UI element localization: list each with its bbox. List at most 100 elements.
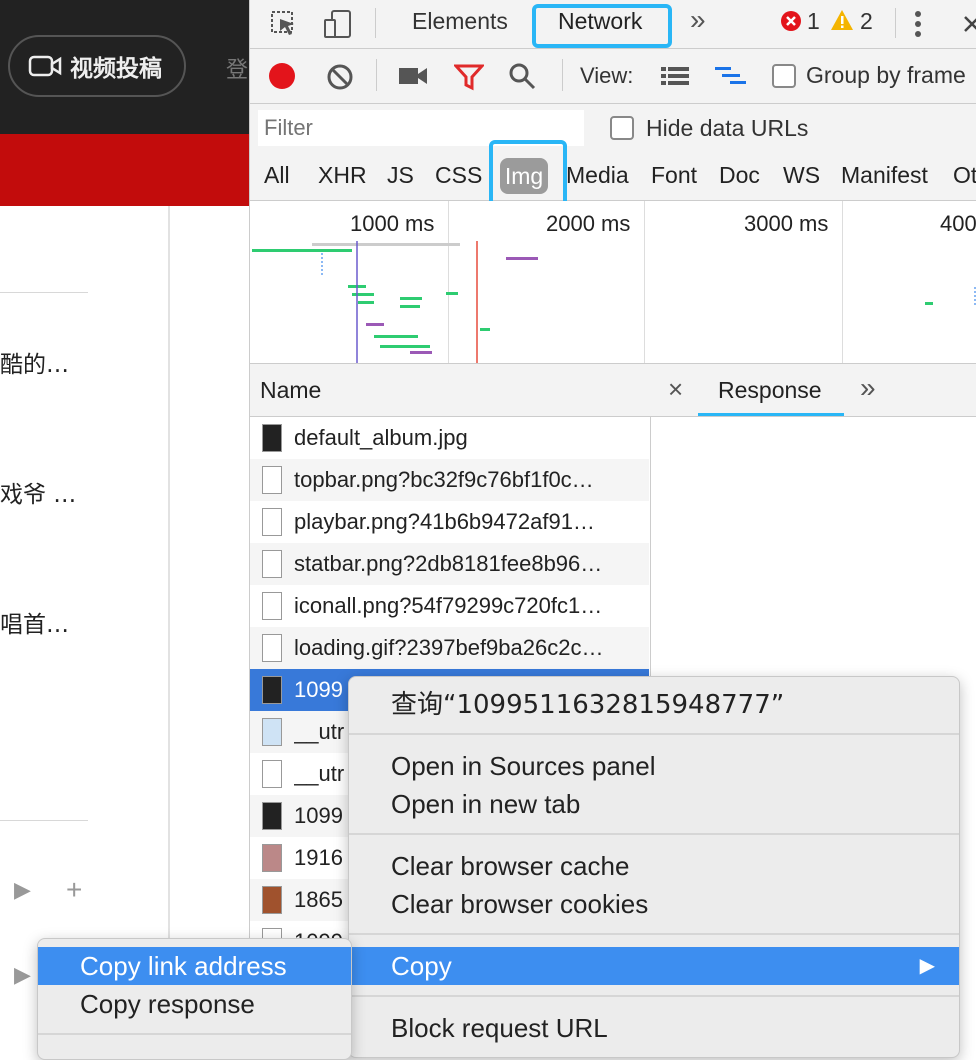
kebab-menu-icon[interactable] (914, 10, 922, 38)
divider (375, 8, 376, 38)
image-thumbnail-icon (262, 844, 282, 872)
error-count[interactable]: 1 (807, 8, 820, 35)
menu-separator (349, 833, 959, 835)
submenu-arrow-icon: ▶ (919, 955, 935, 977)
screenshot-camera-icon[interactable] (398, 65, 428, 87)
menu-item-open-sources[interactable]: Open in Sources panel (349, 747, 959, 785)
menu-item-copy-link[interactable]: Copy link address (38, 947, 351, 985)
request-name: playbar.png?41b6b9472af91… (294, 509, 595, 534)
tab-response[interactable]: Response (718, 377, 822, 404)
request-name: loading.gif?2397bef9ba26c2c… (294, 635, 604, 660)
type-filter-css[interactable]: CSS (435, 162, 482, 189)
menu-item-copy[interactable]: Copy ▶ (349, 947, 959, 985)
image-thumbnail-icon (262, 886, 282, 914)
login-link[interactable]: 登 (226, 52, 248, 84)
large-rows-icon[interactable] (660, 65, 690, 87)
close-devtools-icon[interactable] (962, 14, 976, 34)
request-name: statbar.png?2db8181fee8b96… (294, 551, 603, 576)
type-filter-all[interactable]: All (264, 162, 290, 189)
network-tab-highlight (532, 4, 672, 48)
devtools-tabbar: Elements Network » 1 2 (250, 0, 976, 49)
timeline-tick: 1000 ms (350, 211, 435, 236)
loading-spinner-icon (262, 634, 282, 662)
type-filter-xhr[interactable]: XHR (318, 162, 367, 189)
request-row[interactable]: topbar.png?bc32f9c76bf1f0c… (250, 459, 649, 501)
error-icon (781, 11, 801, 31)
view-label: View: (580, 63, 634, 88)
clear-icon[interactable] (326, 63, 354, 91)
request-row[interactable]: loading.gif?2397bef9ba26c2c… (250, 627, 649, 669)
menu-item-clear-cache[interactable]: Clear browser cache (349, 847, 959, 885)
timeline-waterfall-bars (252, 241, 976, 363)
more-tabs-icon[interactable]: » (860, 372, 876, 404)
inspect-element-icon[interactable] (270, 10, 298, 38)
image-thumbnail-icon (262, 550, 282, 578)
menu-item-clear-cookies[interactable]: Clear browser cookies (349, 885, 959, 923)
menu-item-open-new-tab[interactable]: Open in new tab (349, 785, 959, 823)
divider (376, 59, 377, 91)
type-filter-font[interactable]: Font (651, 162, 697, 189)
menu-item-copy-label: Copy (391, 951, 452, 981)
image-thumbnail-icon (262, 592, 282, 620)
filter-bar: Hide data URLs All XHR JS CSS Img Media … (250, 104, 976, 220)
song-title[interactable]: 酷的… (0, 345, 69, 379)
timeline-tick: 2000 ms (546, 211, 631, 236)
type-filter-other[interactable]: Ot (953, 162, 976, 189)
group-by-frame-checkbox[interactable] (772, 64, 796, 88)
play-icon[interactable]: ▶ (14, 962, 31, 988)
divider (0, 820, 88, 821)
timeline-tick: 400 (940, 211, 976, 236)
song-title[interactable]: 唱首… (0, 605, 69, 639)
song-title[interactable]: 戏爷 … (0, 475, 76, 509)
image-thumbnail-icon (262, 508, 282, 536)
menu-separator (38, 1033, 351, 1035)
search-icon[interactable] (508, 62, 536, 90)
timeline-tick: 3000 ms (744, 211, 829, 236)
request-row[interactable]: default_album.jpg (250, 417, 649, 459)
menu-item-query[interactable]: 查询“1099511632815948777” (349, 685, 959, 725)
request-name: iconall.png?54f79299c720fc1… (294, 593, 603, 618)
type-filter-manifest[interactable]: Manifest (841, 162, 928, 189)
video-upload-button[interactable]: 视频投稿 (8, 35, 186, 97)
warning-count[interactable]: 2 (860, 8, 873, 35)
menu-separator (349, 733, 959, 735)
divider (168, 206, 170, 946)
group-by-frame-label: Group by frame (806, 62, 966, 88)
hide-data-urls-checkbox[interactable] (610, 116, 634, 140)
name-column-header[interactable]: Name (250, 364, 651, 417)
menu-separator (349, 933, 959, 935)
image-thumbnail-icon (262, 760, 282, 788)
waterfall-icon[interactable] (714, 65, 748, 87)
menu-separator (349, 995, 959, 997)
divider (562, 59, 563, 91)
menu-item-block-url[interactable]: Block request URL (349, 1009, 959, 1047)
add-icon[interactable]: + (66, 874, 82, 906)
request-row[interactable]: iconall.png?54f79299c720fc1… (250, 585, 649, 627)
tab-elements[interactable]: Elements (412, 8, 508, 35)
response-panel-tabs: × Response » (650, 364, 976, 417)
menu-item-copy-response[interactable]: Copy response (38, 985, 351, 1023)
active-tab-indicator (698, 413, 844, 416)
play-icon[interactable]: ▶ (14, 877, 31, 903)
copy-submenu: Copy link address Copy response (37, 938, 352, 1060)
divider (0, 292, 88, 293)
record-icon[interactable] (268, 62, 296, 90)
request-row[interactable]: playbar.png?41b6b9472af91… (250, 501, 649, 543)
type-filter-doc[interactable]: Doc (719, 162, 760, 189)
request-name: topbar.png?bc32f9c76bf1f0c… (294, 467, 594, 492)
hide-data-urls-label: Hide data URLs (646, 115, 809, 141)
timeline-overview[interactable]: 1000 ms 2000 ms 3000 ms 400 (250, 201, 976, 364)
more-tabs-icon[interactable]: » (690, 4, 706, 36)
filter-funnel-icon[interactable] (454, 63, 484, 91)
image-thumbnail-icon (262, 466, 282, 494)
type-filter-js[interactable]: JS (387, 162, 414, 189)
type-filter-ws[interactable]: WS (783, 162, 820, 189)
device-toolbar-icon[interactable] (322, 8, 354, 40)
video-upload-label: 视频投稿 (70, 56, 162, 82)
divider (895, 8, 896, 38)
type-filter-media[interactable]: Media (566, 162, 629, 189)
name-header-label: Name (260, 377, 322, 403)
close-panel-icon[interactable]: × (668, 374, 683, 405)
request-name: default_album.jpg (294, 425, 468, 450)
request-row[interactable]: statbar.png?2db8181fee8b96… (250, 543, 649, 585)
